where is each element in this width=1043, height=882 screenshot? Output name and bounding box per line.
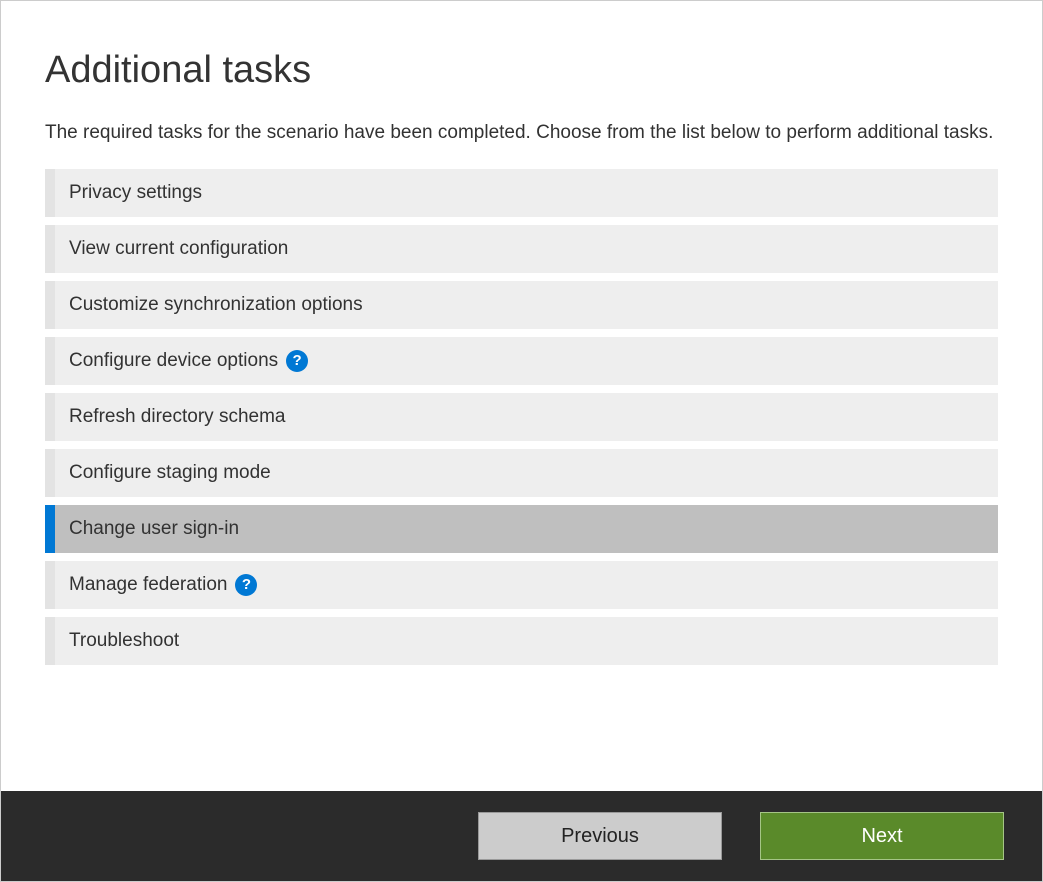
task-label: Troubleshoot: [69, 630, 179, 652]
task-item-refresh-directory-schema[interactable]: Refresh directory schema: [45, 393, 998, 441]
task-label: Refresh directory schema: [69, 406, 285, 428]
help-icon[interactable]: ?: [235, 574, 257, 596]
task-indicator: [45, 617, 55, 665]
task-label: View current configuration: [69, 238, 288, 260]
content-area: Additional tasks The required tasks for …: [1, 1, 1042, 791]
task-indicator: [45, 225, 55, 273]
task-indicator: [45, 393, 55, 441]
task-item-view-current-configuration[interactable]: View current configuration: [45, 225, 998, 273]
footer-bar: Previous Next: [1, 791, 1042, 881]
task-label: Change user sign-in: [69, 518, 239, 540]
previous-button[interactable]: Previous: [478, 812, 722, 860]
task-item-privacy-settings[interactable]: Privacy settings: [45, 169, 998, 217]
task-label: Manage federation: [69, 574, 227, 596]
task-list: Privacy settings View current configurati…: [45, 169, 998, 665]
task-label: Privacy settings: [69, 182, 202, 204]
task-label: Customize synchronization options: [69, 294, 363, 316]
next-button[interactable]: Next: [760, 812, 1004, 860]
task-label: Configure device options: [69, 350, 278, 372]
task-item-troubleshoot[interactable]: Troubleshoot: [45, 617, 998, 665]
task-item-configure-device-options[interactable]: Configure device options?: [45, 337, 998, 385]
task-item-configure-staging-mode[interactable]: Configure staging mode: [45, 449, 998, 497]
help-icon[interactable]: ?: [286, 350, 308, 372]
task-indicator: [45, 169, 55, 217]
task-label: Configure staging mode: [69, 462, 271, 484]
task-item-manage-federation[interactable]: Manage federation?: [45, 561, 998, 609]
task-item-customize-synchronization-options[interactable]: Customize synchronization options: [45, 281, 998, 329]
task-indicator: [45, 337, 55, 385]
task-indicator: [45, 281, 55, 329]
page-description: The required tasks for the scenario have…: [45, 120, 998, 147]
page-title: Additional tasks: [45, 49, 998, 92]
task-indicator: [45, 449, 55, 497]
task-indicator: [45, 505, 55, 553]
task-indicator: [45, 561, 55, 609]
task-item-change-user-sign-in[interactable]: Change user sign-in: [45, 505, 998, 553]
